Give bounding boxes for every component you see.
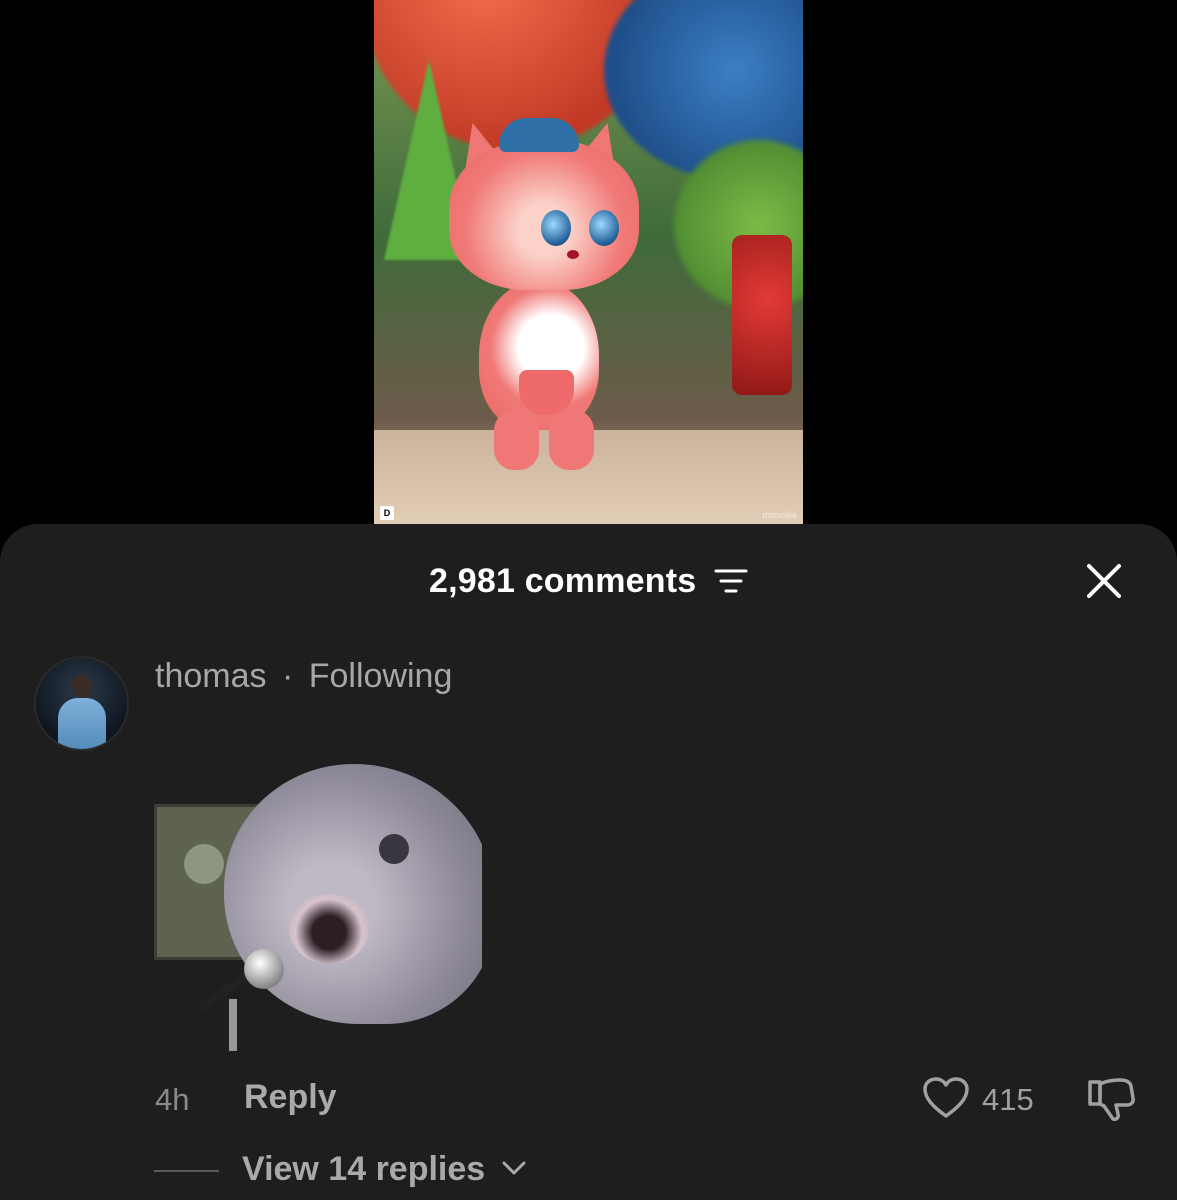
close-icon[interactable] xyxy=(1083,560,1125,602)
cat-eye xyxy=(541,210,571,246)
comments-sheet: 2,981 comments thomas · Following 4h Rep… xyxy=(0,524,1177,1200)
video-preview[interactable]: D monolee xyxy=(374,0,803,524)
sticker-radio-knob xyxy=(184,844,224,884)
following-badge: Following xyxy=(308,657,453,695)
watermark-logo: monolee xyxy=(762,510,797,520)
sticker-mic xyxy=(244,949,284,989)
comment-actions: 4h Reply 415 xyxy=(0,1076,1177,1126)
filter-icon[interactable] xyxy=(714,567,748,595)
comment-time: 4h xyxy=(155,1082,190,1117)
sticker-fish-eye xyxy=(379,834,409,864)
chevron-down-icon xyxy=(502,1161,526,1175)
cat-bag xyxy=(519,370,574,415)
cat-leg xyxy=(549,410,594,470)
heart-outline-icon[interactable] xyxy=(922,1076,970,1120)
avatar[interactable] xyxy=(34,656,129,751)
comment-sticker[interactable] xyxy=(154,744,482,1051)
sticker-mic-stand xyxy=(229,999,237,1051)
cat-hat xyxy=(499,118,579,152)
like-count: 415 xyxy=(982,1082,1034,1117)
author-name[interactable]: thomas xyxy=(155,657,267,695)
sticker-fish-mouth xyxy=(289,894,369,964)
avatar-person-head xyxy=(72,674,92,698)
author-line: thomas · Following xyxy=(155,657,452,696)
view-replies-button[interactable]: View 14 replies xyxy=(242,1150,527,1189)
view-replies-row[interactable]: View 14 replies xyxy=(0,1146,1177,1196)
cat-eye xyxy=(589,210,619,246)
reply-button[interactable]: Reply xyxy=(244,1078,337,1117)
author-separator: · xyxy=(281,657,294,695)
view-replies-label: View 14 replies xyxy=(242,1150,486,1188)
comments-header: 2,981 comments xyxy=(0,562,1177,601)
replies-divider xyxy=(154,1170,219,1172)
avatar-person xyxy=(58,698,106,749)
channel-logo: D xyxy=(380,506,394,520)
cat-leg xyxy=(494,410,539,470)
comments-count-title: 2,981 comments xyxy=(428,562,697,600)
background-train xyxy=(732,235,792,395)
cat-figure xyxy=(449,117,649,470)
cat-nose xyxy=(567,250,579,259)
thumbs-down-icon[interactable] xyxy=(1086,1076,1136,1122)
